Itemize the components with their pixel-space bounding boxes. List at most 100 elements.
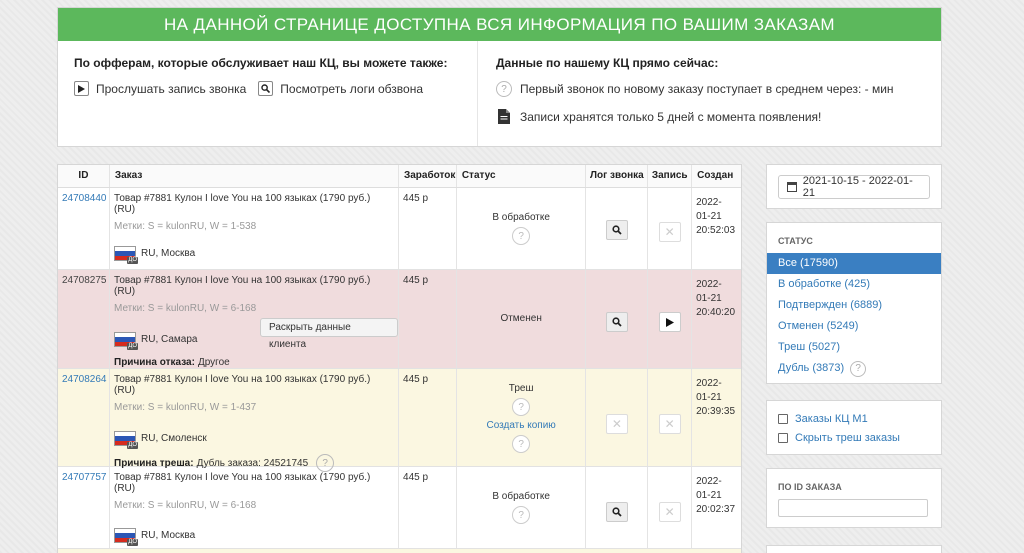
order-geo: RU, Москва	[141, 530, 196, 541]
call-log-button[interactable]	[605, 220, 628, 240]
status-filter-duplicate[interactable]: Дубль (3873)	[778, 358, 844, 379]
order-time: 20:40:20	[696, 307, 736, 318]
record-unavailable-icon: ✕	[658, 502, 681, 522]
order-id-link[interactable]: 24708440	[62, 193, 107, 204]
search-icon	[612, 225, 622, 235]
kc-orders-label: Заказы КЦ М1	[795, 412, 868, 425]
order-id-search-input[interactable]	[778, 499, 928, 517]
info-right-heading: Данные по нашему КЦ прямо сейчас:	[496, 56, 719, 70]
info-right-column: Данные по нашему КЦ прямо сейчас: ? Перв…	[478, 41, 941, 146]
play-icon	[665, 317, 674, 327]
order-tags: Метки: S = kulonRU, W = 1-437	[114, 402, 257, 413]
header-record: Запись	[648, 165, 693, 187]
reveal-client-data-button[interactable]: Раскрыть данные клиента	[260, 318, 399, 350]
status-filter-processing[interactable]: В обработке (425)	[767, 274, 941, 295]
date-range-value: 2021-10-15 - 2022-01-21	[802, 175, 913, 199]
hide-trash-label: Скрыть треш заказы	[795, 431, 900, 444]
order-date: 2022-	[696, 197, 722, 208]
question-icon[interactable]: ?	[512, 227, 531, 245]
status-filter-trash[interactable]: Треш (5027)	[767, 337, 941, 358]
status-filter-all[interactable]: Все (17590)	[767, 253, 941, 274]
russia-flag-icon: ДО	[114, 431, 138, 449]
order-time: 20:39:35	[696, 406, 736, 417]
question-icon[interactable]: ?	[512, 435, 531, 453]
order-date: 2022-	[696, 476, 722, 487]
russia-flag-icon: ДО	[114, 528, 138, 546]
order-tags: Метки: S = kulonRU, W = 1-538	[114, 221, 257, 232]
status-filter-cancelled[interactable]: Отменен (5249)	[767, 316, 941, 337]
call-log-button[interactable]	[605, 502, 628, 522]
order-date-2: 01-21	[696, 211, 722, 222]
order-product: Товар #7881 Кулон I love You на 100 язык…	[114, 472, 371, 494]
table-row: 24707757 Товар #7881 Кулон I love You на…	[58, 467, 741, 549]
order-product: Товар #7881 Кулон I love You на 100 язык…	[114, 275, 371, 297]
kc-orders-checkbox[interactable]	[778, 413, 788, 424]
order-date-2: 01-21	[696, 392, 722, 403]
create-copy-link[interactable]: Создать копию	[461, 420, 582, 431]
table-row	[58, 549, 741, 553]
header-id: ID	[58, 165, 110, 187]
filter-kc-orders[interactable]: Заказы КЦ М1	[778, 409, 930, 428]
order-earned: 445 р	[403, 193, 429, 204]
record-unavailable-icon: ✕	[658, 222, 681, 242]
id-search-title: ПО ID ЗАКАЗА	[778, 482, 842, 492]
order-status: Отменен	[500, 313, 542, 324]
order-id-link[interactable]: 24708264	[62, 374, 107, 385]
table-row: 24708264 Товар #7881 Кулон I love You на…	[58, 369, 741, 472]
order-time: 20:52:03	[696, 225, 736, 236]
order-time: 20:02:37	[696, 504, 736, 515]
call-log-unavailable-icon: ✕	[605, 414, 628, 434]
records-note-text: Записи хранятся только 5 дней с момента …	[520, 109, 822, 124]
russia-flag-icon: ДО	[114, 246, 138, 264]
order-id-link[interactable]: 24707757	[62, 472, 107, 483]
order-tags: Метки: S = kulonRU, W = 6-168	[114, 500, 257, 511]
order-earned: 445 р	[403, 374, 429, 385]
header-status: Статус	[457, 165, 587, 187]
russia-flag-icon: ДО	[114, 332, 138, 350]
header-created: Создан	[697, 170, 734, 181]
order-product: Товар #7881 Кулон I love You на 100 язык…	[114, 374, 371, 396]
listen-record-label: Прослушать запись звонка	[96, 81, 247, 96]
status-filter-panel: СТАТУС Все (17590) В обработке (425) Под…	[766, 222, 942, 384]
record-unavailable-icon: ✕	[658, 414, 681, 434]
call-log-button[interactable]	[605, 312, 628, 332]
reason-label: Причина отказа:	[114, 357, 195, 368]
table-row: 24708275 Товар #7881 Кулон I love You на…	[58, 270, 741, 369]
status-filter-confirmed[interactable]: Подтвержден (6889)	[767, 295, 941, 316]
filter-hide-trash[interactable]: Скрыть треш заказы	[778, 428, 930, 447]
hide-trash-checkbox[interactable]	[778, 432, 788, 443]
question-icon[interactable]: ?	[512, 506, 531, 524]
search-icon	[612, 317, 622, 327]
order-date: 2022-	[696, 378, 722, 389]
order-earned: 445 р	[403, 275, 429, 286]
search-icon	[258, 81, 274, 96]
question-icon: ?	[496, 81, 512, 97]
order-tags: Метки: S = kulonRU, W = 6-168	[114, 303, 257, 314]
date-range-picker[interactable]: 2021-10-15 - 2022-01-21	[778, 175, 930, 199]
file-icon	[498, 109, 510, 124]
order-status: Треш	[508, 383, 534, 394]
calendar-icon	[787, 182, 797, 192]
table-row: 24708440 Товар #7881 Кулон I love You на…	[58, 188, 741, 270]
extra-filters-panel: Заказы КЦ М1 Скрыть треш заказы	[766, 400, 942, 455]
bottom-panel	[766, 545, 942, 553]
header-order: Заказ	[110, 165, 399, 187]
status-filter-duplicate-row: Дубль (3873)?	[767, 358, 941, 379]
reason-value: Другое	[197, 357, 230, 368]
order-id: 24708275	[62, 275, 107, 286]
question-icon[interactable]: ?	[850, 360, 867, 377]
order-date-2: 01-21	[696, 490, 722, 501]
orders-table: ID Заказ Заработок Статус Лог звонка Зап…	[57, 164, 742, 553]
search-icon	[612, 507, 622, 517]
info-panel: НА ДАННОЙ СТРАНИЦЕ ДОСТУПНА ВСЯ ИНФОРМАЦ…	[57, 7, 942, 147]
table-header: ID Заказ Заработок Статус Лог звонка Зап…	[58, 165, 741, 188]
order-date: 2022-	[696, 279, 722, 290]
date-range-panel: 2021-10-15 - 2022-01-21	[766, 164, 942, 209]
status-panel-title: СТАТУС	[778, 236, 813, 246]
header-call-log: Лог звонка	[586, 165, 649, 187]
question-icon[interactable]: ?	[512, 398, 531, 416]
play-record-button[interactable]	[658, 312, 681, 332]
info-left-heading: По офферам, которые обслуживает наш КЦ, …	[74, 56, 448, 70]
header-earned: Заработок	[399, 165, 457, 187]
info-left-column: По офферам, которые обслуживает наш КЦ, …	[58, 41, 478, 146]
